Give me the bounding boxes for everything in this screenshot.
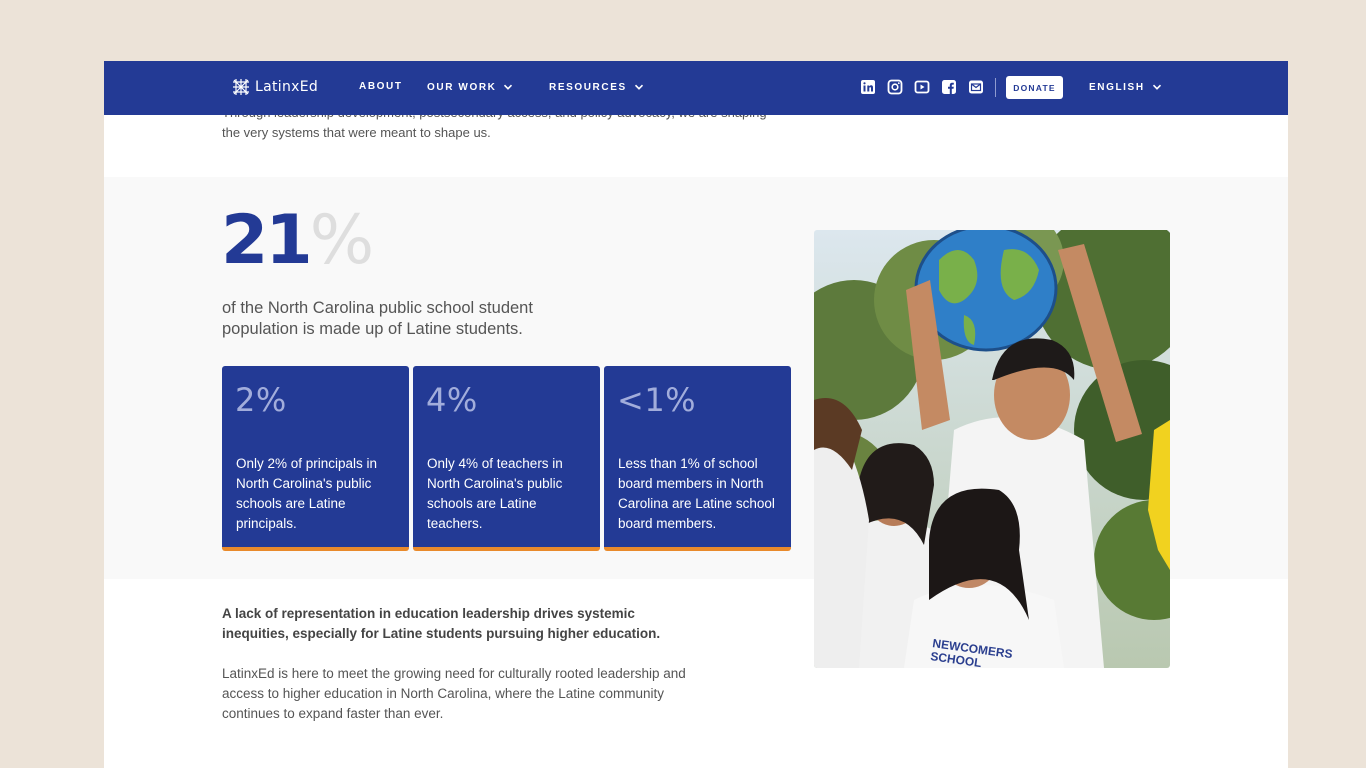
youtube-icon (914, 80, 930, 94)
instagram-icon (887, 79, 903, 95)
language-selector[interactable]: ENGLISH (1089, 81, 1163, 93)
stat-card-value: 2% (235, 381, 287, 419)
nav-item-about[interactable]: ABOUT (359, 81, 403, 92)
mission-paragraph: LatinxEd is here to meet the growing nee… (222, 666, 686, 721)
nav-divider (995, 78, 996, 97)
email-icon (969, 80, 983, 94)
stat-card-text: Only 4% of teachers in North Carolina's … (427, 456, 563, 531)
stat-card-board-members: <1% Less than 1% of school board members… (604, 366, 791, 551)
nav-item-label: ABOUT (359, 81, 403, 92)
linkedin-link[interactable] (860, 79, 876, 95)
headline-stat-unit: % (309, 201, 375, 280)
headline-stat: 21% (221, 206, 374, 276)
logo-text: LatinxEd (255, 79, 319, 95)
stat-card-value: 4% (426, 381, 478, 419)
chevron-down-icon (634, 84, 643, 90)
stat-card-text: Less than 1% of school board members in … (618, 456, 775, 531)
donate-button[interactable]: DONATE (1006, 76, 1063, 99)
logo-link[interactable]: LatinxEd (232, 78, 318, 96)
stat-card-text: Only 2% of principals in North Carolina'… (236, 456, 378, 531)
nav-item-label: RESOURCES (549, 81, 627, 93)
logo-icon (233, 79, 249, 95)
headline-stat-number: 21 (221, 201, 313, 280)
headline-stat-description: of the North Carolina public school stud… (222, 299, 533, 338)
page: Through leadership development, postseco… (104, 61, 1288, 768)
stat-card-principals: 2% Only 2% of principals in North Caroli… (222, 366, 409, 551)
language-label: ENGLISH (1089, 81, 1145, 93)
linkedin-icon (861, 80, 875, 94)
top-navigation: LatinxEd ABOUT OUR WORK RESOURCES DONATE… (104, 61, 1288, 115)
chevron-down-icon (504, 84, 513, 90)
facebook-icon (942, 80, 956, 94)
stat-card-value: <1% (617, 381, 697, 419)
instagram-link[interactable] (887, 79, 903, 95)
nav-item-our-work[interactable]: OUR WORK (427, 81, 514, 93)
email-link[interactable] (968, 79, 984, 95)
nav-item-resources[interactable]: RESOURCES (549, 81, 645, 93)
representation-statement: A lack of representation in education le… (222, 606, 661, 641)
facebook-link[interactable] (941, 79, 957, 95)
youtube-link[interactable] (914, 79, 930, 95)
students-photo: NEWCOMERS SCHOOL (814, 230, 1170, 668)
nav-item-label: OUR WORK (427, 81, 497, 93)
stat-card-teachers: 4% Only 4% of teachers in North Carolina… (413, 366, 600, 551)
chevron-down-icon (1152, 84, 1161, 90)
